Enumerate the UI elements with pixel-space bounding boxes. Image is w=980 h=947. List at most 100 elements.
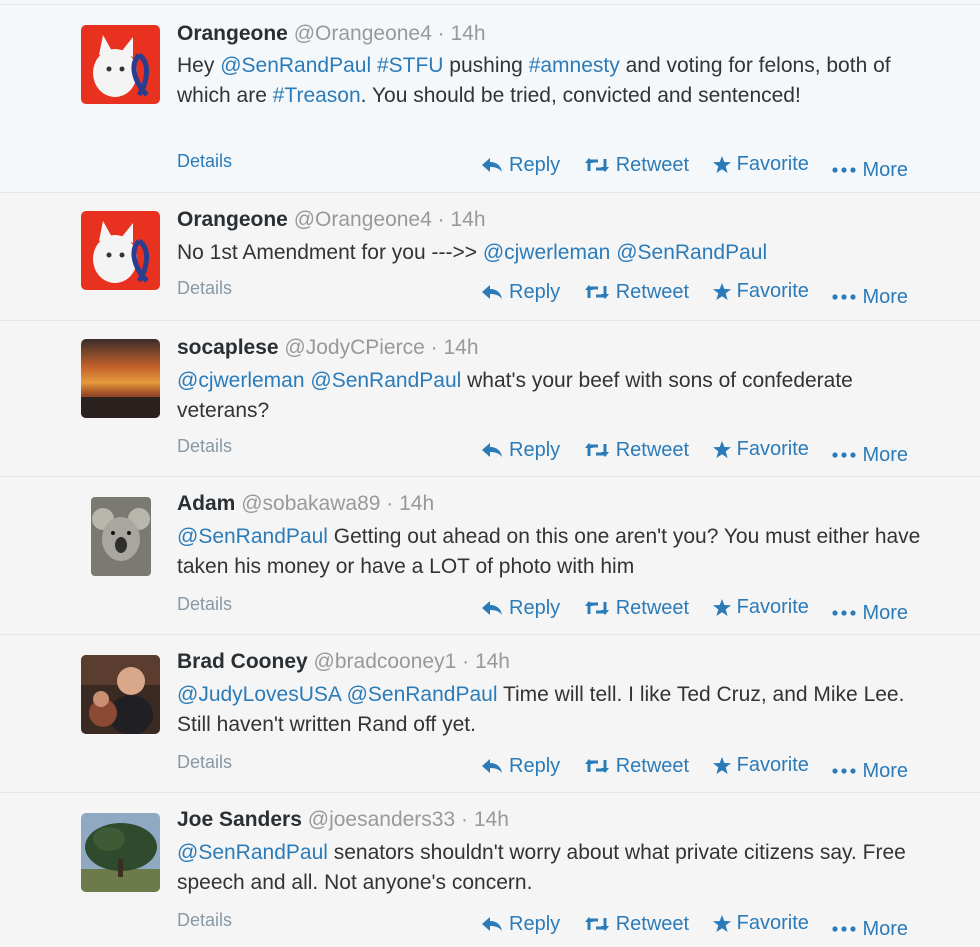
ellipsis-icon [832,167,857,173]
more-label: More [862,285,909,308]
retweet-icon [584,601,609,615]
more-button[interactable]: More [832,760,908,783]
favorite-button[interactable]: Favorite [712,754,809,777]
details-link[interactable]: Details [177,752,232,773]
avatar[interactable] [81,813,160,892]
tweet-link[interactable]: @SenRandPaul [220,54,371,77]
tweet-header: socaplese @JodyCPierce · 14h [177,336,479,360]
reply-button[interactable]: Reply [481,281,560,304]
avatar[interactable] [81,25,160,104]
user-handle[interactable]: @bradcooney1 [314,650,457,673]
tweet-header: Brad Cooney @bradcooney1 · 14h [177,650,510,674]
tweet-text-segment: Hey [177,54,221,77]
tweet-link[interactable]: @SenRandPaul [310,369,461,392]
retweet-icon [584,759,609,773]
tweet-link[interactable]: @SenRandPaul [177,525,328,548]
timestamp[interactable]: · 14h [462,650,510,673]
tweet-item[interactable]: Orangeone @Orangeone4 · 14h Hey @SenRand… [0,4,980,192]
retweet-button[interactable]: Retweet [584,597,689,620]
reply-button[interactable]: Reply [481,154,560,177]
user-name[interactable]: Orangeone [177,208,288,231]
more-button[interactable]: More [832,286,908,309]
tweet-item[interactable]: socaplese @JodyCPierce · 14h @cjwerleman… [0,320,980,476]
reply-button[interactable]: Reply [481,913,560,936]
user-handle[interactable]: @sobakawa89 [241,492,380,515]
tweet-item[interactable]: Joe Sanders @joesanders33 · 14h @SenRand… [0,792,980,947]
tweet-link[interactable]: @cjwerleman [483,241,611,264]
tweet-link[interactable]: @cjwerleman [177,369,305,392]
reply-button[interactable]: Reply [481,597,560,620]
more-button[interactable]: More [832,602,908,625]
tweet-link[interactable]: @SenRandPaul [347,683,498,706]
favorite-label: Favorite [736,754,809,776]
star-icon [712,599,731,616]
retweet-button[interactable]: Retweet [584,281,689,304]
tweet-text-segment: pushing [443,54,529,77]
favorite-label: Favorite [736,596,809,618]
reply-button[interactable]: Reply [481,439,560,462]
avatar[interactable] [91,497,151,576]
favorite-label: Favorite [736,438,809,460]
star-icon [712,757,731,774]
tweet-link[interactable]: #amnesty [529,54,620,77]
retweet-button[interactable]: Retweet [584,439,689,462]
retweet-button[interactable]: Retweet [584,913,689,936]
timestamp[interactable]: · 14h [431,336,479,359]
user-handle[interactable]: @joesanders33 [308,808,455,831]
tweet-item[interactable]: Adam @sobakawa89 · 14h @SenRandPaul Gett… [0,476,980,634]
favorite-button[interactable]: Favorite [712,280,809,303]
timestamp[interactable]: · 14h [438,208,486,231]
timestamp[interactable]: · 14h [438,22,486,45]
retweet-icon [584,285,609,299]
reply-button[interactable]: Reply [481,755,560,778]
retweet-label: Retweet [615,153,690,176]
details-link[interactable]: Details [177,594,232,615]
avatar[interactable] [81,655,160,734]
user-name[interactable]: Adam [177,492,235,515]
tweet-link[interactable]: #STFU [377,54,444,77]
timestamp[interactable]: · 14h [386,492,434,515]
tweet-link[interactable]: #Treason [273,84,361,107]
retweet-label: Retweet [615,280,690,303]
more-button[interactable]: More [832,918,908,941]
favorite-button[interactable]: Favorite [712,438,809,461]
user-handle[interactable]: @Orangeone4 [294,208,432,231]
tweet-item[interactable]: Brad Cooney @bradcooney1 · 14h @JudyLove… [0,634,980,792]
retweet-label: Retweet [615,754,690,777]
retweet-button[interactable]: Retweet [584,755,689,778]
details-link[interactable]: Details [177,436,232,457]
retweet-button[interactable]: Retweet [584,154,689,177]
tweet-item[interactable]: Orangeone @Orangeone4 · 14h No 1st Amend… [0,192,980,320]
tweet-actions: Reply Retweet Favorite More [481,153,908,182]
reply-icon [482,759,502,773]
ellipsis-icon [832,926,857,932]
retweet-label: Retweet [615,596,690,619]
more-button[interactable]: More [832,159,908,182]
reply-icon [482,601,502,615]
tweet-link[interactable]: @SenRandPaul [616,241,767,264]
details-link[interactable]: Details [177,910,232,931]
user-name[interactable]: Joe Sanders [177,808,302,831]
reply-label: Reply [509,912,561,935]
favorite-button[interactable]: Favorite [712,153,809,176]
reply-icon [482,158,502,172]
user-name[interactable]: Orangeone [177,22,288,45]
tweet-link[interactable]: @JudyLovesUSA [177,683,341,706]
user-name[interactable]: Brad Cooney [177,650,308,673]
favorite-button[interactable]: Favorite [712,596,809,619]
avatar[interactable] [81,339,160,418]
timestamp[interactable]: · 14h [461,808,509,831]
avatar[interactable] [81,211,160,290]
user-name[interactable]: socaplese [177,336,279,359]
tweet-text-segment: . You should be tried, convicted and sen… [360,84,801,107]
tweet-actions: Reply Retweet Favorite More [481,754,908,783]
star-icon [712,156,731,173]
more-label: More [862,443,909,466]
tweet-link[interactable]: @SenRandPaul [177,841,328,864]
favorite-button[interactable]: Favorite [712,912,809,935]
details-link[interactable]: Details [177,278,232,299]
details-link[interactable]: Details [177,151,232,172]
user-handle[interactable]: @JodyCPierce [284,336,424,359]
more-button[interactable]: More [832,444,908,467]
user-handle[interactable]: @Orangeone4 [294,22,432,45]
